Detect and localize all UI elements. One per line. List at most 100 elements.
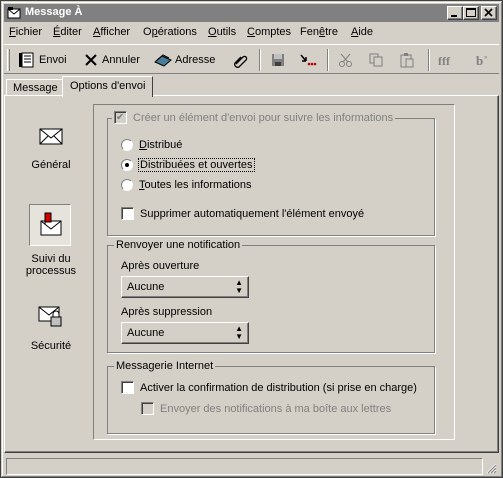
font-icon: fff [438,54,451,68]
nav-securite-label: Sécurité [30,340,72,352]
tab-message-label: Message [13,82,58,94]
checkmark-icon: ✔ [116,112,125,123]
enable-confirmation-checkbox[interactable]: Activer la confirmation de distribution … [121,381,417,394]
auto-delete-check[interactable] [121,207,134,220]
internet-group: Messagerie Internet Activer la confirmat… [107,360,435,434]
radio-distribue-circle[interactable] [121,139,133,151]
after-open-select[interactable]: Aucune ▲ ▼ [121,276,249,298]
paperclip-icon [234,55,248,68]
enable-confirmation-label: Activer la confirmation de distribution … [140,381,417,394]
maximize-icon [466,8,476,17]
menu-operations[interactable]: Opérations [143,26,197,38]
internet-legend: Messagerie Internet [114,360,216,372]
svg-text:b: b [476,53,483,68]
status-bar [4,457,499,476]
radio-distribuees-circle[interactable] [121,159,133,171]
cancel-x-icon [85,54,97,66]
tracking-icon [40,212,62,236]
menu-aide[interactable]: Aide [351,26,373,38]
menu-comptes[interactable]: Comptes [247,26,291,38]
svg-text:fff: fff [438,54,451,68]
attach-button[interactable] [232,50,248,70]
after-delete-label: Après suppression [121,306,213,318]
tab-options-label: Options d'envoi [70,80,146,92]
minimize-button[interactable] [447,6,463,20]
menu-outils[interactable]: Outils [208,26,236,38]
save-button[interactable] [270,50,286,70]
cancel-label: Annuler [102,54,140,66]
after-open-label: Après ouverture [121,260,200,272]
create-item-checkbox[interactable]: ✔ Créer un élément d'envoi pour suivre l… [112,111,396,124]
floppy-disk-icon [272,54,284,66]
radio-distribue[interactable]: Distribué [121,139,182,151]
spell-button[interactable] [298,50,318,70]
menu-fenetre[interactable]: Fenêtre [300,26,338,38]
paste-icon [400,53,414,68]
send-notifs-checkbox[interactable]: Envoyer des notifications à ma boîte aux… [141,402,391,415]
updown-arrows-icon: ▲ ▼ [235,324,243,341]
cut-button[interactable] [338,50,354,70]
enable-confirmation-check[interactable] [121,381,134,394]
radio-distribuees-label: Distribuées et ouvertes [138,158,255,172]
close-button[interactable] [481,6,497,20]
after-delete-value: Aucune [127,327,165,339]
radio-toutes-label: Toutes les informations [139,179,252,191]
radio-toutes-circle[interactable] [121,179,133,191]
resize-grip-icon[interactable] [485,462,497,474]
after-open-value: Aucune [127,281,165,293]
copy-icon [369,53,383,67]
nav-suivi-label-1: Suivi du [31,253,71,265]
radio-distribue-label: Distribué [139,139,183,151]
mail-app-icon [7,7,21,19]
bold-icon: b» [476,53,488,68]
auto-delete-label: Supprimer automatiquement l'élément envo… [140,207,365,220]
send-button[interactable]: Envoi [18,50,67,70]
create-item-check[interactable]: ✔ [114,111,127,124]
send-notifs-check[interactable] [141,402,154,415]
toolbar-separator [259,49,261,71]
tracking-group: ✔ Créer un élément d'envoi pour suivre l… [107,111,435,236]
maximize-button[interactable] [463,6,479,20]
address-button[interactable]: Adresse [154,50,215,70]
address-book-icon [154,54,172,67]
scissors-icon [339,53,352,67]
tab-options-envoi[interactable]: Options d'envoi [62,76,154,97]
copy-button[interactable] [368,50,384,70]
message-window: Message À Fichier Éditer Afficher Opérat… [0,0,503,478]
paste-button[interactable] [399,50,415,70]
notification-legend: Renvoyer une notification [114,239,243,251]
title-bar[interactable]: Message À [4,4,499,22]
envelope-icon [39,128,63,145]
lock-envelope-icon [38,306,62,327]
address-label: Adresse [175,54,216,66]
toolbar-grip[interactable] [7,49,10,71]
menu-afficher[interactable]: Afficher [93,26,130,38]
cancel-button[interactable]: Annuler [83,50,140,70]
create-item-label: Créer un élément d'envoi pour suivre les… [133,111,394,124]
tracking-options-area: ✔ Créer un élément d'envoi pour suivre l… [93,104,455,440]
radio-dot [125,163,129,167]
svg-text:»: » [484,55,488,61]
after-delete-select[interactable]: Aucune ▲ ▼ [121,322,249,344]
nav-general-label: Général [31,159,71,171]
menu-editer[interactable]: Éditer [53,26,82,38]
nav-suivi-label-2: processus [25,265,77,277]
tab-message[interactable]: Message [6,79,65,96]
toolbar: Envoi Annuler Adresse fff b » [4,44,499,74]
nav-general[interactable]: Général [11,120,91,171]
radio-distribuees-ouvertes[interactable]: Distribuées et ouvertes [121,158,255,172]
auto-delete-checkbox[interactable]: Supprimer automatiquement l'élément envo… [121,207,364,220]
updown-arrows-icon: ▲ ▼ [235,278,243,295]
bold-button[interactable]: b» [474,50,490,70]
send-label: Envoi [39,54,67,66]
font-button[interactable]: fff [438,50,460,70]
menu-fichier[interactable]: Fichier [9,26,42,38]
arrow-dots-icon [300,54,317,66]
minimize-icon [451,15,457,17]
nav-securite[interactable]: Sécurité [11,301,91,352]
menu-bar: Fichier Éditer Afficher Opérations Outil… [4,24,499,42]
nav-suivi[interactable]: Suivi du processus [11,210,91,277]
status-pane [6,458,483,475]
send-icon [19,52,34,68]
radio-toutes[interactable]: Toutes les informations [121,179,252,191]
